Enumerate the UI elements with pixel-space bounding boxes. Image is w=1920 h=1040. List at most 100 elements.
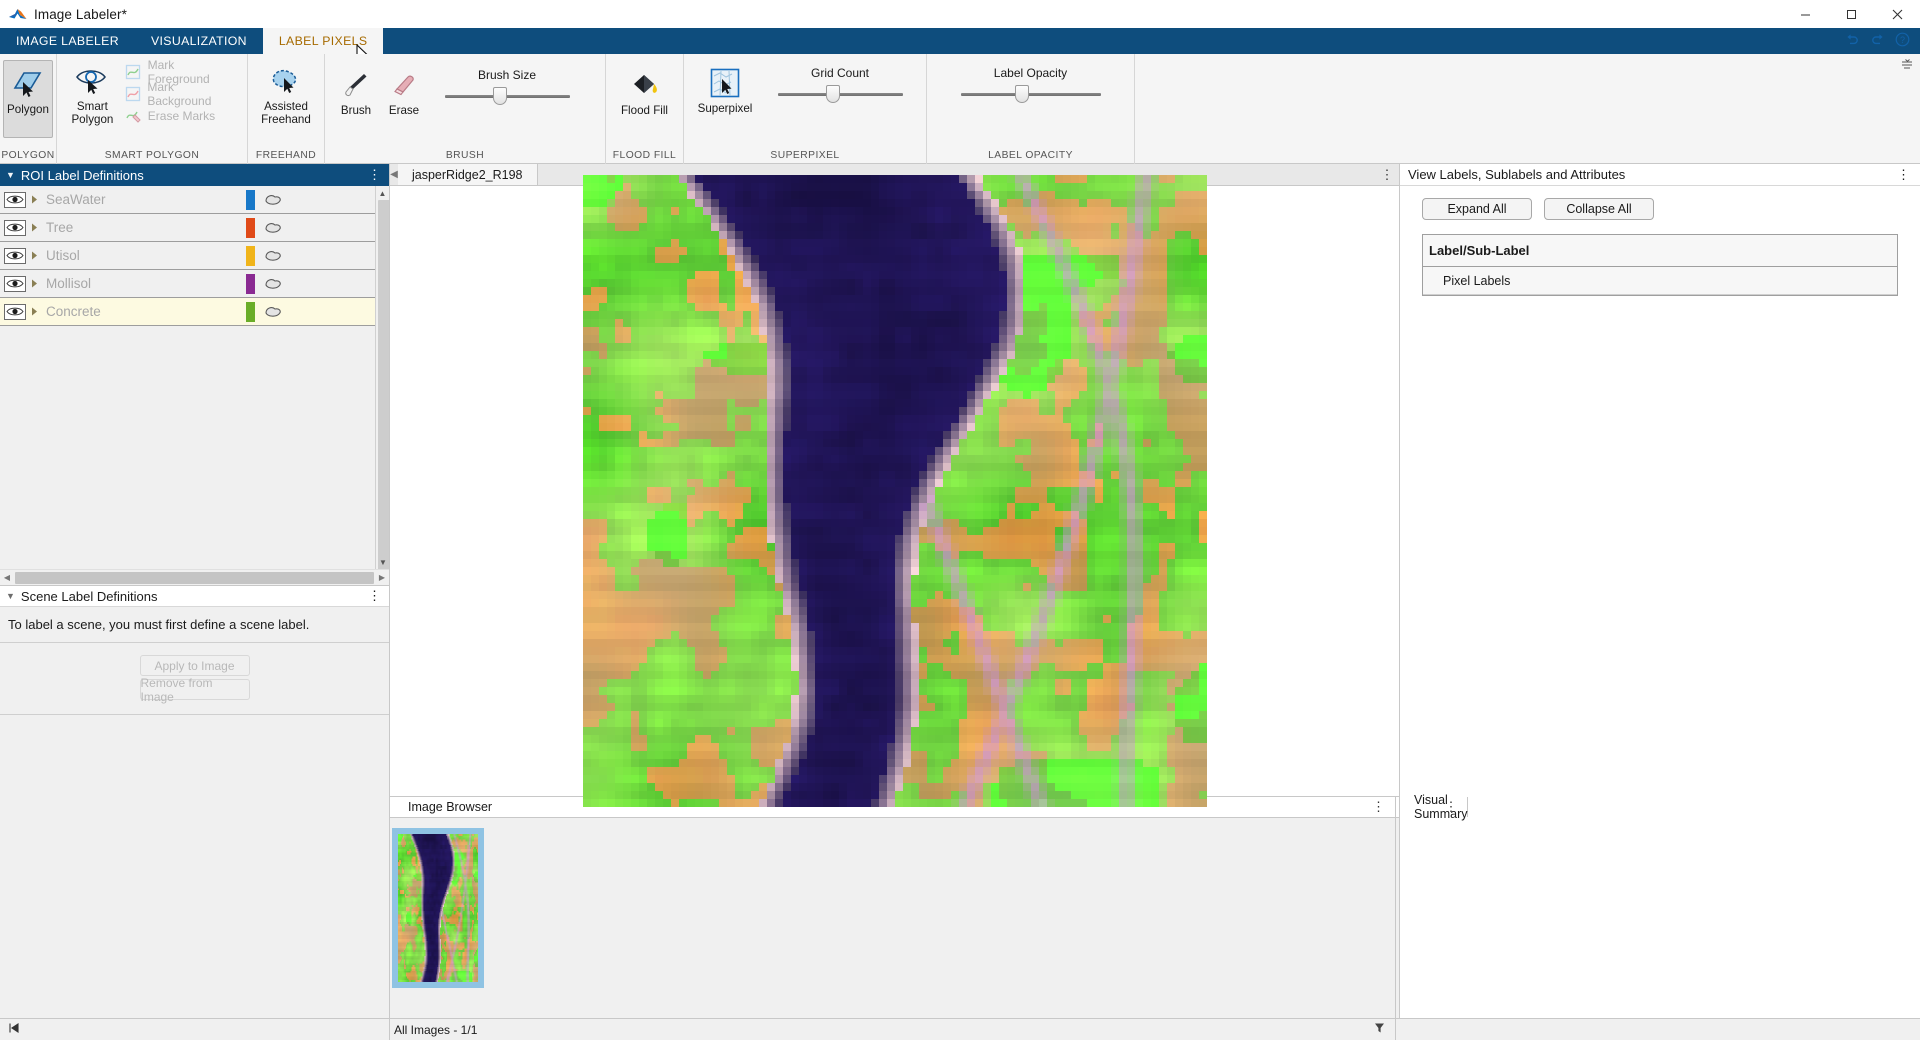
grid-count-slider-knob[interactable] — [826, 85, 840, 103]
ribbon-group-title-freehand: FREEHAND — [248, 148, 324, 164]
pixel-label-icon[interactable] — [263, 304, 283, 320]
kebab-menu-icon[interactable]: ⋮ — [1897, 167, 1910, 183]
roi-row-utisol[interactable]: Utisol — [0, 242, 389, 270]
thumbnail-item-selected[interactable] — [392, 828, 484, 988]
tab-visualization[interactable]: VISUALIZATION — [135, 28, 263, 54]
svg-text:?: ? — [1900, 35, 1905, 45]
pixel-label-icon[interactable] — [263, 276, 283, 292]
roi-list-vertical-scrollbar[interactable]: ▲ ▼ — [375, 186, 389, 569]
kebab-menu-icon[interactable]: ⋮ — [1372, 799, 1385, 815]
erase-marks-button[interactable]: Erase Marks — [120, 105, 247, 127]
minimize-button[interactable] — [1782, 0, 1828, 28]
roi-list-horizontal-scrollbar[interactable]: ◀ ▶ — [0, 569, 389, 585]
tab-scroll-left-icon[interactable]: ◀ — [390, 164, 398, 185]
erase-button[interactable]: Erase — [381, 62, 427, 117]
label-opacity-slider[interactable] — [961, 92, 1101, 96]
filter-icon[interactable] — [1374, 1022, 1385, 1037]
brush-size-slider[interactable] — [445, 94, 570, 98]
roi-row-label: Utisol — [46, 248, 80, 263]
tab-image-labeler[interactable]: IMAGE LABELER — [0, 28, 135, 54]
pixel-label-icon[interactable] — [263, 248, 283, 264]
polygon-icon — [10, 65, 46, 103]
mark-background-label: Mark Background — [147, 80, 239, 108]
caret-right-icon[interactable] — [26, 251, 42, 260]
brush-size-slider-knob[interactable] — [493, 87, 507, 105]
ribbon-group-title-superpixel: SUPERPIXEL — [684, 148, 926, 164]
maximize-button[interactable] — [1828, 0, 1874, 28]
caret-right-icon[interactable] — [26, 223, 42, 232]
expand-all-button[interactable]: Expand All — [1422, 198, 1532, 220]
roi-row-seawater[interactable]: SeaWater — [0, 186, 389, 214]
eye-icon[interactable] — [4, 276, 26, 292]
mark-background-button[interactable]: Mark Background — [120, 83, 247, 105]
smart-polygon-icon — [73, 62, 111, 100]
kebab-menu-icon[interactable]: ⋮ — [1444, 799, 1457, 815]
help-icon[interactable]: ? — [1895, 32, 1910, 50]
caret-down-icon[interactable]: ▼ — [6, 591, 15, 601]
roi-row-mollisol[interactable]: Mollisol — [0, 270, 389, 298]
eye-icon[interactable] — [4, 248, 26, 264]
assisted-freehand-button[interactable]: Assisted Freehand — [251, 58, 321, 126]
thumbnail-pane — [390, 818, 1396, 1018]
roi-label-definitions-header: ▼ ROI Label Definitions ⋮ — [0, 164, 389, 186]
pixel-label-icon[interactable] — [263, 192, 283, 208]
thumbnail-canvas[interactable] — [398, 834, 478, 982]
polygon-button[interactable]: Polygon — [3, 60, 53, 138]
image-canvas-area[interactable] — [390, 186, 1399, 796]
pixel-label-icon[interactable] — [263, 220, 283, 236]
flood-fill-button[interactable]: Flood Fill — [613, 62, 677, 117]
bottom-status-bar: All Images - 1/1 — [0, 1018, 1920, 1040]
kebab-menu-icon[interactable]: ⋮ — [368, 588, 381, 604]
roi-row-tree[interactable]: Tree — [0, 214, 389, 242]
superpixel-button[interactable]: Superpixel — [692, 60, 758, 115]
scroll-thumb[interactable] — [378, 200, 389, 569]
hyperspectral-image-canvas[interactable] — [583, 175, 1207, 807]
roi-color-swatch — [246, 218, 255, 238]
document-tab-jasperridge[interactable]: jasperRidge2_R198 — [398, 164, 538, 185]
ribbon-collapse-icon[interactable] — [1900, 57, 1914, 71]
eye-icon[interactable] — [4, 220, 26, 236]
title-bar: Image Labeler* — [0, 0, 1920, 28]
smart-polygon-button[interactable]: Smart Polygon — [65, 58, 120, 126]
apply-to-image-button[interactable]: Apply to Image — [140, 655, 250, 676]
ribbon-group-title-flood-fill: FLOOD FILL — [606, 148, 683, 164]
browser-bar: Image Browser ⋮ Visual Summary ⋮ — [390, 796, 1399, 818]
visual-summary-header: Visual Summary ⋮ — [1396, 797, 1468, 817]
caret-right-icon[interactable] — [26, 195, 42, 204]
roi-row-concrete[interactable]: Concrete — [0, 298, 389, 326]
eye-icon[interactable] — [4, 304, 26, 320]
kebab-menu-icon[interactable]: ⋮ — [1375, 164, 1399, 185]
view-labels-header: View Labels, Sublabels and Attributes ⋮ — [1400, 164, 1920, 186]
scroll-thumb-horizontal[interactable] — [15, 572, 374, 584]
labeled-image[interactable] — [583, 175, 1207, 807]
remove-from-image-button[interactable]: Remove from Image — [140, 679, 250, 700]
close-button[interactable] — [1874, 0, 1920, 28]
redo-icon[interactable] — [1870, 33, 1885, 49]
scroll-right-icon[interactable]: ▶ — [375, 573, 389, 582]
roi-panel-title: ROI Label Definitions — [21, 168, 144, 183]
ribbon-group-smart-polygon: Smart Polygon Mark Foreground Mark Backg… — [57, 54, 248, 164]
quick-access-buttons: ? — [1845, 32, 1910, 50]
tab-label-pixels[interactable]: LABEL PIXELS — [263, 28, 384, 54]
eye-icon[interactable] — [4, 192, 26, 208]
scroll-down-icon[interactable]: ▼ — [376, 555, 389, 569]
scroll-up-icon[interactable]: ▲ — [376, 186, 389, 200]
brush-button[interactable]: Brush — [331, 62, 381, 117]
caret-right-icon[interactable] — [26, 279, 42, 288]
collapse-all-button[interactable]: Collapse All — [1544, 198, 1654, 220]
kebab-menu-icon[interactable]: ⋮ — [368, 167, 381, 183]
first-image-icon[interactable] — [8, 1022, 20, 1037]
ribbon-group-title-label-opacity: LABEL OPACITY — [927, 148, 1134, 164]
labels-table-row[interactable]: Pixel Labels — [1423, 267, 1897, 295]
ribbon-group-freehand: Assisted Freehand FREEHAND — [248, 54, 325, 164]
labels-table: Label/Sub-Label Pixel Labels — [1422, 234, 1898, 296]
label-opacity-slider-track — [961, 93, 1101, 96]
roi-color-swatch — [246, 246, 255, 266]
caret-right-icon[interactable] — [26, 307, 42, 316]
scroll-left-icon[interactable]: ◀ — [0, 573, 14, 582]
grid-count-slider[interactable] — [778, 92, 903, 96]
undo-icon[interactable] — [1845, 33, 1860, 49]
ribbon-group-title-smart-polygon: SMART POLYGON — [57, 148, 247, 164]
label-opacity-slider-knob[interactable] — [1015, 85, 1029, 103]
caret-down-icon[interactable]: ▼ — [6, 170, 15, 180]
